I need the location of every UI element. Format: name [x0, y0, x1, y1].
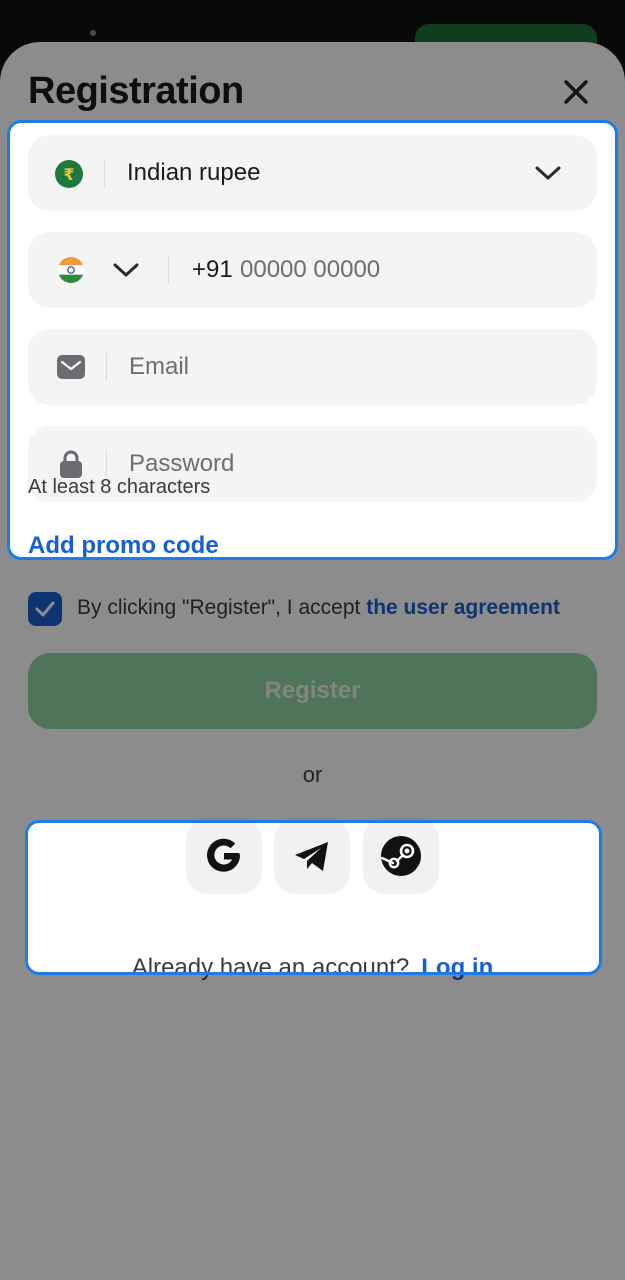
telegram-login-button[interactable] [274, 818, 350, 894]
log-in-link[interactable]: Log in [421, 954, 493, 981]
phone-input[interactable]: 00000 00000 [240, 256, 380, 284]
chevron-down-icon [113, 263, 139, 277]
agreement-label: By clicking "Register", I accept [77, 596, 361, 619]
agreement-checkbox[interactable] [28, 592, 62, 626]
modal-title: Registration [28, 70, 244, 112]
close-icon [564, 80, 588, 104]
password-hint: At least 8 characters [28, 476, 211, 498]
check-icon [35, 601, 55, 617]
rupee-icon: ₹ [55, 160, 83, 188]
login-prompt-row: Already have an account? Log in [0, 954, 625, 982]
user-agreement-link[interactable]: the user agreement [366, 596, 560, 619]
email-field[interactable]: Email [28, 329, 597, 405]
email-input[interactable]: Email [129, 353, 189, 381]
india-flag-icon [58, 257, 84, 283]
add-promo-code-link[interactable]: Add promo code [28, 532, 219, 560]
agreement-text: By clicking "Register", I accept the use… [77, 596, 560, 620]
chevron-down-icon [535, 166, 561, 180]
country-code-select[interactable] [42, 246, 148, 294]
steam-login-button[interactable] [363, 818, 439, 894]
password-input[interactable]: Password [129, 450, 234, 478]
rupee-symbol: ₹ [63, 165, 74, 184]
google-login-button[interactable] [186, 818, 262, 894]
currency-select[interactable]: ₹ Indian rupee [28, 135, 597, 211]
header-logo [90, 30, 96, 36]
currency-value: Indian rupee [127, 159, 261, 186]
phone-prefix: +91 [192, 256, 233, 283]
google-icon [207, 838, 240, 872]
register-button[interactable]: Register [28, 653, 597, 729]
login-prompt: Already have an account? [131, 954, 410, 981]
close-button[interactable] [556, 72, 596, 112]
phone-field[interactable]: +91 00000 00000 [28, 232, 597, 308]
telegram-icon [295, 842, 328, 871]
steam-icon [380, 836, 421, 876]
envelope-icon [57, 355, 85, 379]
or-divider: or [302, 762, 323, 787]
